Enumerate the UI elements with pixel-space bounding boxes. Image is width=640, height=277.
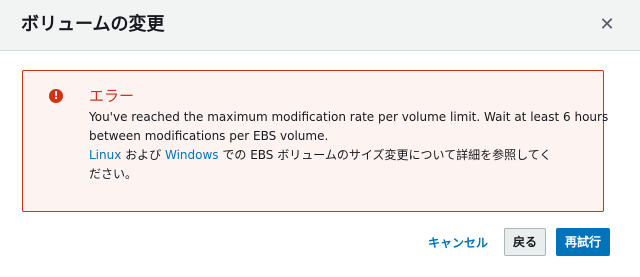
windows-link[interactable]: Windows [165,148,219,162]
error-alert: ! エラー You've reached the maximum modific… [22,70,609,212]
error-icon: ! [49,89,63,103]
modal-header: ボリュームの変更 ✕ [0,0,640,51]
alert-message-line1: You've reached the maximum modification … [89,110,609,124]
and-text: および [121,148,165,162]
modal-footer: キャンセル 戻る 再試行 [420,228,610,256]
back-button[interactable]: 戻る [503,228,546,256]
doc-tail-text2: ださい。 [89,167,138,181]
alert-message-line2: between modifications per EBS volume. [89,129,329,143]
doc-tail-text: での EBS ボリュームのサイズ変更について詳細を参照してく [218,148,552,162]
alert-message: You've reached the maximum modification … [89,108,609,184]
modal-title: ボリュームの変更 [21,14,165,35]
cancel-button[interactable]: キャンセル [420,230,496,255]
linux-link[interactable]: Linux [89,148,121,162]
modify-volume-modal: ボリュームの変更 ✕ ! エラー You've reached the maxi… [0,0,640,277]
retry-button[interactable]: 再試行 [555,228,610,256]
alert-doc-line: Linux および Windows での EBS ボリュームのサイズ変更について… [89,146,589,165]
alert-title: エラー [89,87,135,105]
close-icon[interactable]: ✕ [598,15,616,35]
